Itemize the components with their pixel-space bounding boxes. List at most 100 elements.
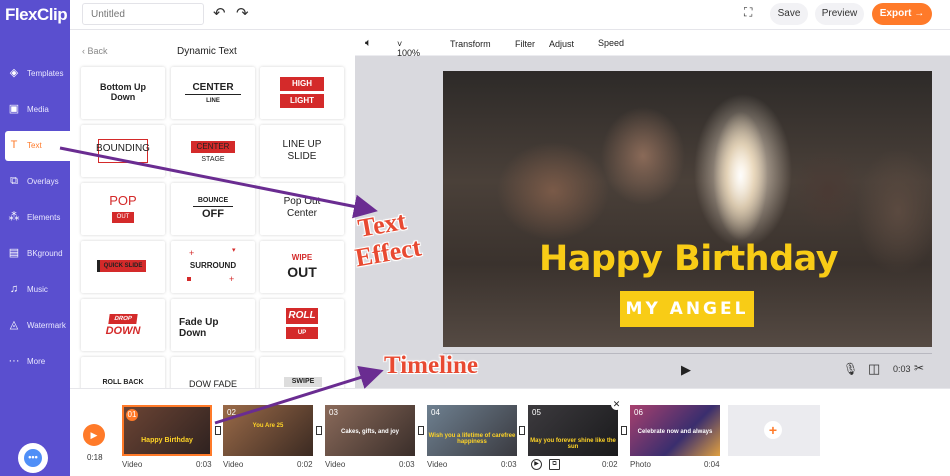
sidebar-item-text[interactable]: T Text: [5, 131, 70, 161]
sidebar-item-label: Watermark: [27, 321, 66, 330]
preset-line2: LIGHT: [280, 94, 324, 108]
timeline-clip-2[interactable]: 02 You Are 25: [223, 405, 313, 456]
sidebar-item-elements[interactable]: ⁂ Elements: [0, 203, 70, 233]
transition-marker[interactable]: [418, 426, 424, 435]
timeline-clip-3[interactable]: 03 Cakes, gifts, and joy: [325, 405, 415, 456]
playback-progress[interactable]: [443, 353, 932, 354]
timeline-play-button[interactable]: ▶: [83, 424, 105, 446]
transition-marker[interactable]: [519, 426, 525, 435]
play-icon[interactable]: ▶: [681, 362, 691, 378]
sidebar-item-music[interactable]: ♫ Music: [0, 275, 70, 305]
preset-line2: OFF: [202, 208, 224, 220]
split-view-icon[interactable]: ◫: [868, 361, 880, 377]
chat-icon: •••: [24, 449, 42, 467]
sidebar-item-label: Media: [27, 105, 49, 114]
preset-line1: BOUNCE: [197, 197, 229, 204]
flexclip-logo[interactable]: FlexClip: [0, 0, 70, 30]
preset-line2: LINE: [206, 98, 220, 104]
dynamic-text-panel: ‹ Back Dynamic Text Bottom Up Down CENTE…: [70, 30, 355, 388]
preset-line1: Pop Out: [283, 196, 321, 207]
preset-line1: CENTER: [191, 141, 235, 153]
sidebar-item-overlays[interactable]: ⧉ Overlays: [0, 167, 70, 197]
current-time: 0:03: [893, 364, 911, 374]
filter-button[interactable]: Filter: [515, 39, 535, 49]
text-preset-dow-fade[interactable]: DOW FADE: [171, 357, 255, 388]
undo-icon[interactable]: ↶: [213, 5, 226, 23]
project-title-input[interactable]: [82, 3, 204, 25]
text-preset-fade-up-down[interactable]: Fade Up Down: [171, 299, 255, 351]
transition-marker[interactable]: [621, 426, 627, 435]
save-button[interactable]: Save: [770, 3, 808, 25]
sidebar-item-media[interactable]: ▣ Media: [0, 95, 70, 125]
text-preset-roll-up[interactable]: ROLL UP: [260, 299, 344, 351]
sidebar-item-templates[interactable]: ◈ Templates: [0, 59, 70, 89]
sidebar-item-label: Elements: [27, 213, 61, 222]
divider-line: [185, 94, 241, 95]
clip-caption: Happy Birthday: [141, 437, 193, 444]
preset-line1: ROLL: [286, 308, 318, 324]
preset-line1: LINE UP: [282, 139, 322, 150]
volume-icon[interactable]: 🔈︎: [365, 37, 372, 50]
timeline-clip-5[interactable]: 05 May you forever shine like the sun: [528, 405, 618, 456]
clip-caption: May you forever shine like the sun: [530, 438, 616, 450]
export-button[interactable]: Export →: [872, 3, 932, 25]
text-preset-quick-slide[interactable]: QUICK SLIDE: [81, 241, 165, 293]
preset-line2: DOWN: [105, 325, 141, 337]
subline-text[interactable]: MY ANGEL: [620, 291, 754, 327]
timeline-clip-6[interactable]: 06 Celebrate now and always: [630, 405, 720, 456]
clip-caption: You Are 25: [252, 423, 284, 429]
headline-text[interactable]: Happy Birthday: [539, 239, 839, 279]
timeline-clip-4[interactable]: 04 Wish you a lifetime of carefree happi…: [427, 405, 517, 456]
preset-line2: OUT: [287, 264, 317, 280]
text-preset-wipe-out[interactable]: WIPE OUT: [260, 241, 344, 293]
text-preset-highlight[interactable]: HIGH LIGHT: [260, 67, 344, 119]
delete-clip-icon[interactable]: ✕: [611, 399, 622, 410]
scissors-icon[interactable]: ✂: [914, 361, 924, 375]
preview-button[interactable]: Preview: [815, 3, 864, 25]
text-preset-pop-out[interactable]: POP OUT: [81, 183, 165, 235]
clip-play-icon[interactable]: ▶: [531, 459, 542, 470]
text-preset-drop-down[interactable]: DROP DOWN: [81, 299, 165, 351]
text-preset-pop-out-center[interactable]: Pop Out Center: [260, 183, 344, 235]
preset-line1: DOW FADE: [188, 379, 237, 388]
timeline-clip-1[interactable]: 01 Happy Birthday: [122, 405, 212, 456]
zoom-select[interactable]: 100% ˅: [397, 39, 420, 58]
sidebar-item-watermark[interactable]: ◬ Watermark: [0, 311, 70, 341]
adjust-button[interactable]: Adjust: [549, 39, 574, 49]
speed-button[interactable]: Speed: [598, 38, 624, 48]
text-preset-line-up-slide[interactable]: LINE UP SLIDE: [260, 125, 344, 177]
clip-copy-icon[interactable]: ⧉: [549, 459, 560, 470]
sidebar-item-background[interactable]: ▤ BKground: [0, 239, 70, 269]
clip-type: Video: [325, 460, 346, 469]
clip-duration: 0:02: [297, 460, 313, 469]
text-preset-surround[interactable]: SURROUND + ▾ +: [171, 241, 255, 293]
preset-line1: HIGH: [280, 77, 324, 91]
preset-line1: Fade Up: [179, 317, 219, 328]
text-preset-center-stage[interactable]: CENTER STAGE: [171, 125, 255, 177]
chat-support-button[interactable]: •••: [18, 443, 48, 473]
sidebar-item-more[interactable]: ··· More: [0, 347, 70, 377]
back-link[interactable]: ‹ Back: [82, 46, 108, 56]
text-preset-center-line[interactable]: CENTER LINE: [171, 67, 255, 119]
redo-icon[interactable]: ↷: [236, 5, 249, 23]
text-preset-roll-back[interactable]: ROLL BACK: [81, 357, 165, 388]
preset-line1: WIPE: [291, 253, 313, 262]
add-clip-button[interactable]: +: [728, 405, 820, 456]
clip-number: 04: [431, 408, 440, 417]
text-preset-bounding[interactable]: BOUNDING: [81, 125, 165, 177]
text-preset-bottom-up-down[interactable]: Bottom Up Down: [81, 67, 165, 119]
fullscreen-icon[interactable]: ⛶: [744, 6, 757, 19]
transition-marker[interactable]: [215, 426, 221, 435]
text-icon: T: [10, 139, 18, 151]
text-preset-swipe[interactable]: SWIPE: [260, 357, 344, 388]
video-preview[interactable]: Happy Birthday MY ANGEL: [443, 71, 932, 347]
canvas-toolbar: 🔈︎ 100% ˅ Transform Filter Adjust Speed: [355, 30, 950, 58]
canvas-area: Happy Birthday MY ANGEL ▶ 🎙︎ ◫ 0:03 ✂: [355, 56, 950, 388]
microphone-icon[interactable]: 🎙︎: [843, 362, 858, 376]
timeline: ▶ 0:18 01 Happy Birthday Video 0:03 02 Y…: [70, 388, 950, 476]
more-icon: ···: [8, 355, 20, 367]
transition-marker[interactable]: [316, 426, 322, 435]
text-preset-bounce-off[interactable]: BOUNCE OFF: [171, 183, 255, 235]
transform-button[interactable]: Transform: [450, 39, 491, 49]
annotation-timeline: Timeline: [384, 352, 478, 379]
